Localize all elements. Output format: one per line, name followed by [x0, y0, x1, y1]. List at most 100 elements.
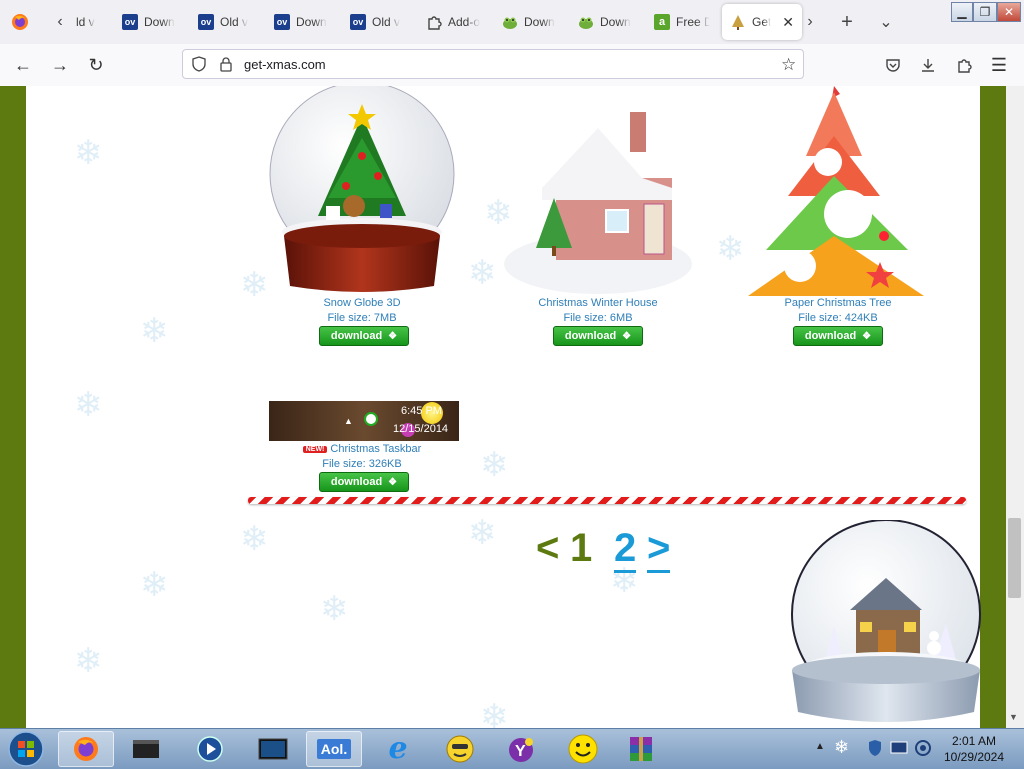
taskbar-happy-smiley-icon[interactable] — [555, 731, 611, 767]
taskbar-internet-explorer-icon[interactable]: e — [370, 731, 426, 767]
maximize-icon[interactable]: ❐ — [973, 2, 997, 22]
address-bar[interactable]: get-xmas.com ☆ — [182, 49, 804, 79]
tab-title: Add-o — [448, 15, 481, 29]
snowflake-decoration: ❄ — [240, 520, 269, 558]
close-tab-icon[interactable]: ✕ — [782, 14, 794, 31]
ov-icon: ov — [274, 14, 290, 30]
scroll-down-arrow-icon[interactable]: ▼ — [1009, 712, 1018, 722]
tab-0[interactable]: ld v — [76, 4, 106, 40]
product-name-link[interactable]: Snow Globe 3D — [266, 297, 458, 309]
tab-title: Get — [752, 15, 772, 29]
left-green-border — [0, 86, 26, 728]
product-name-link[interactable]: Christmas Winter House — [502, 297, 694, 309]
tray-snowflake-icon[interactable]: ❄ — [834, 737, 849, 758]
downloads-icon[interactable] — [915, 53, 941, 77]
tab-active[interactable]: Get ✕ — [722, 4, 802, 40]
taskbar-console-icon[interactable] — [118, 731, 174, 767]
system-clock[interactable]: 2:01 AM 10/29/2024 — [936, 733, 1012, 765]
tab-title: Old v — [372, 15, 401, 29]
minimize-icon[interactable]: ▁ — [951, 2, 973, 22]
tab-2[interactable]: ov Old v — [198, 4, 254, 40]
tray-arrow-icon: ▲ — [344, 416, 353, 426]
tab-7[interactable]: Down — [578, 4, 634, 40]
tray-overflow-icon[interactable]: ▲ — [815, 741, 825, 752]
product-card-paper-tree: Paper Christmas Tree File size: 424KB — [742, 297, 934, 324]
ov-icon: ov — [122, 14, 138, 30]
paper-tree-image[interactable] — [748, 86, 944, 296]
app-menu-icon[interactable]: ☰ — [986, 53, 1012, 77]
tab-title: Down — [524, 15, 555, 29]
pagination-next[interactable]: > — [647, 526, 671, 573]
tab-scroll-left-icon[interactable]: ‹ — [48, 10, 72, 34]
start-button[interactable] — [0, 731, 52, 767]
tray-volume-icon[interactable] — [914, 739, 932, 762]
tab-1[interactable]: ov Down — [122, 4, 178, 40]
product-card-winter-house: Christmas Winter House File size: 6MB — [502, 297, 694, 324]
snowflake-decoration: ❄ — [74, 386, 103, 424]
download-arrow-icon: ❖ — [388, 330, 398, 342]
tab-strip: ‹ ld v ov Down ov Old v ov Down ov Old v… — [0, 0, 1024, 44]
scrollbar-thumb[interactable] — [1008, 518, 1021, 598]
taskbar-aol-icon[interactable]: Aol. — [306, 731, 362, 767]
ov-icon: ov — [198, 14, 214, 30]
bookmark-star-icon[interactable]: ☆ — [781, 55, 796, 75]
product-card-snow-globe: Snow Globe 3D File size: 7MB — [266, 297, 458, 324]
aol-label: Aol. — [316, 739, 352, 759]
lock-icon[interactable] — [219, 56, 233, 77]
tab-4[interactable]: ov Old v — [350, 4, 406, 40]
web-page: ❄ ❄ ❄ ❄ ❄ ❄ ❄ ❄ ❄ ❄ ❄ ❄ ❄ ❄ ❄ Snow Globe… — [0, 86, 1024, 728]
snowflake-decoration: ❄ — [480, 446, 509, 484]
close-window-icon[interactable]: ✕ — [997, 2, 1021, 22]
extensions-icon[interactable] — [951, 53, 977, 77]
reload-icon[interactable]: ↻ — [83, 53, 109, 77]
new-tab-icon[interactable]: + — [835, 10, 859, 34]
tray-shield-icon[interactable] — [868, 739, 882, 762]
tab-scroll-right-icon[interactable]: › — [798, 10, 822, 34]
download-button[interactable]: download ❖ — [319, 472, 409, 492]
back-icon[interactable]: ← — [10, 53, 36, 77]
download-label: download — [330, 476, 383, 488]
taskbar-preview-image[interactable]: ▲ 6:45 PM 12/15/2014 — [269, 401, 459, 441]
product-name-link[interactable]: Paper Christmas Tree — [742, 297, 934, 309]
taskbar-smiley-icon[interactable] — [432, 731, 488, 767]
ie-icon: e — [388, 731, 408, 766]
taskbar-firefox-icon[interactable] — [58, 731, 114, 767]
download-button[interactable]: download ❖ — [553, 326, 643, 346]
download-arrow-icon: ❖ — [862, 330, 872, 342]
floating-snow-globe-widget[interactable] — [786, 519, 986, 728]
list-all-tabs-icon[interactable]: ⌄ — [874, 10, 898, 34]
tab-3[interactable]: ov Down — [274, 4, 330, 40]
tray-network-icon[interactable] — [890, 741, 908, 760]
taskbar-yahoo-messenger-icon[interactable]: Y — [493, 731, 549, 767]
download-label: download — [564, 330, 617, 342]
pocket-icon[interactable] — [880, 53, 906, 77]
new-badge: NEW! — [302, 445, 328, 453]
taskbar-media-player-icon[interactable] — [182, 731, 238, 767]
pagination-prev[interactable]: < — [536, 526, 559, 571]
download-button[interactable]: download ❖ — [793, 326, 883, 346]
firefox-menu-icon[interactable] — [8, 10, 32, 34]
taskbar-winrar-icon[interactable] — [613, 731, 669, 767]
snowflake-decoration: ❄ — [140, 312, 169, 350]
taskbar-screen-icon[interactable] — [245, 731, 301, 767]
tab-title: Free D — [676, 15, 710, 29]
product-name-link[interactable]: Christmas Taskbar — [330, 443, 421, 455]
tab-title: Down — [296, 15, 327, 29]
frog-icon — [578, 14, 594, 30]
tab-title: ld v — [76, 15, 95, 29]
tab-title: Down — [144, 15, 175, 29]
pagination-page-2[interactable]: 2 — [614, 526, 637, 573]
vertical-scrollbar[interactable] — [1006, 86, 1024, 728]
snow-globe-image[interactable] — [266, 86, 458, 292]
tab-8[interactable]: a Free D — [654, 4, 710, 40]
tracking-shield-icon[interactable] — [191, 56, 207, 77]
snowflake-decoration: ❄ — [480, 698, 509, 728]
tab-6[interactable]: Down — [502, 4, 558, 40]
download-button[interactable]: download ❖ — [319, 326, 409, 346]
forward-icon[interactable]: → — [47, 53, 73, 77]
snowflake-decoration: ❄ — [74, 642, 103, 680]
tab-5[interactable]: Add-o — [426, 4, 482, 40]
download-label: download — [330, 330, 383, 342]
tray-app-icon — [364, 412, 378, 426]
winter-house-image[interactable] — [502, 108, 694, 294]
